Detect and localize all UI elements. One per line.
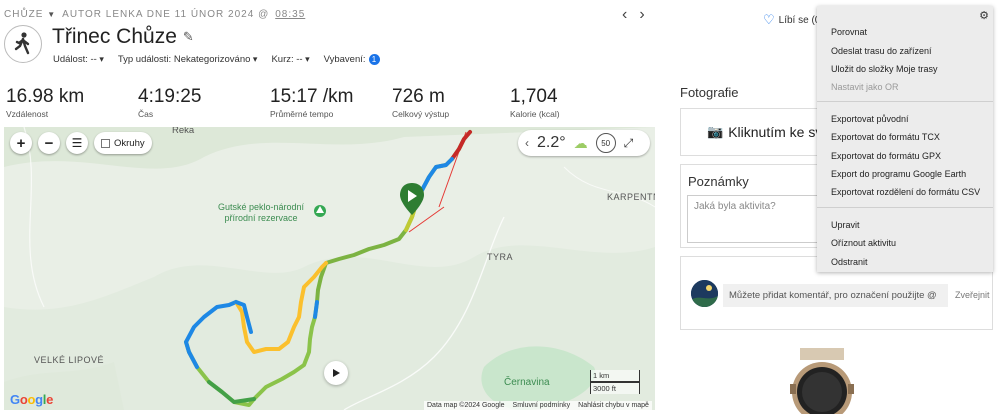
stat-pace: 15:17 /km Průměrné tempo bbox=[270, 86, 392, 119]
menu-item-export-splits-csv[interactable]: Exportovat rozdělení do formátu CSV bbox=[831, 187, 980, 197]
heart-icon: ♡ bbox=[763, 12, 775, 27]
menu-item-set-as-pr: Nastavit jako OR bbox=[831, 82, 899, 92]
photos-heading: Fotografie bbox=[680, 85, 739, 100]
stat-label: Celkový výstup bbox=[392, 109, 450, 119]
map-label-karpent: KARPENTN bbox=[607, 192, 655, 202]
chevron-left-icon[interactable]: ‹ bbox=[525, 136, 529, 150]
activity-meta: CHŮZE ▼ AUTOR LENKA DNE 11 ÚNOR 2024 @ 0… bbox=[4, 9, 305, 20]
layers-icon[interactable]: ☰ bbox=[66, 132, 88, 154]
scale-km: 1 km bbox=[590, 370, 640, 382]
menu-item-delete[interactable]: Odstranit bbox=[831, 257, 868, 267]
menu-item-send-to-device[interactable]: Odeslat trasu do zařízení bbox=[831, 46, 932, 56]
menu-item-export-gpx[interactable]: Exportovat do formátu GPX bbox=[831, 151, 941, 161]
photo-upload-label: Kliknutím ke své bbox=[728, 124, 820, 140]
weather-widget: ‹ 2.2° ☁ 50 ⤢ bbox=[518, 130, 650, 156]
stats-row: 16.98 km Vzdálenost 4:19:25 Čas 15:17 /km P… bbox=[6, 86, 642, 119]
avatar bbox=[691, 280, 718, 307]
photo-upload[interactable]: 📷 Kliknutím ke své bbox=[680, 108, 820, 156]
stat-value: 726 m bbox=[392, 86, 445, 107]
menu-item-save-to-courses[interactable]: Uložit do složky Moje trasy bbox=[831, 64, 938, 74]
watch-ad-image bbox=[776, 348, 868, 414]
stat-value: 1,704 bbox=[510, 86, 558, 107]
scale-ft: 3000 ft bbox=[590, 382, 640, 394]
laps-label: Okruhy bbox=[114, 137, 145, 149]
menu-divider bbox=[817, 101, 993, 102]
map-label-velke: VELKÉ LIPOVÉ bbox=[34, 355, 105, 365]
menu-item-export-google-earth[interactable]: Export do programu Google Earth bbox=[831, 169, 966, 179]
menu-divider bbox=[817, 207, 993, 208]
stat-value: 16.98 km bbox=[6, 86, 85, 107]
menu-item-export-tcx[interactable]: Exportovat do formátu TCX bbox=[831, 132, 940, 142]
author-line: AUTOR LENKA DNE 11 ÚNOR 2024 @ bbox=[62, 9, 270, 20]
stat-label: Průměrné tempo bbox=[270, 109, 334, 119]
prev-activity-icon[interactable]: ‹ bbox=[622, 6, 627, 24]
next-activity-icon[interactable]: › bbox=[639, 6, 644, 24]
google-logo: Google bbox=[10, 392, 54, 407]
notes-textarea[interactable]: Jaká byla aktivita? bbox=[687, 195, 827, 243]
activity-nav: ‹ › bbox=[622, 6, 645, 24]
zoom-out-button[interactable]: − bbox=[38, 132, 60, 154]
activity-title[interactable]: Třinec Chůze bbox=[52, 25, 177, 49]
report-error-link[interactable]: Nahlásit chybu v mapě bbox=[578, 402, 649, 409]
caret-down-icon: ▼ bbox=[47, 10, 57, 19]
gear-selector[interactable]: Vybavení: 1 bbox=[324, 54, 380, 65]
stat-ascent: 726 m Celkový výstup bbox=[392, 86, 510, 119]
laps-checkbox[interactable] bbox=[101, 138, 110, 148]
play-icon bbox=[333, 369, 340, 377]
course-dropdown[interactable]: Kurz: -- bbox=[271, 54, 309, 65]
map-scale: 1 km 3000 ft bbox=[590, 370, 640, 394]
map-attribution: Data map ©2024 Google Smluvní podmínky N… bbox=[424, 401, 652, 410]
walking-icon bbox=[4, 25, 42, 63]
weather-cloud-icon: ☁ bbox=[573, 134, 588, 151]
menu-item-export-original[interactable]: Exportovat původní bbox=[831, 114, 909, 124]
gear-icon[interactable]: ⚙ bbox=[979, 9, 989, 22]
stat-label: Čas bbox=[138, 109, 154, 119]
notes-card: Poznámky Jaká byla aktivita? bbox=[680, 164, 827, 248]
notes-heading: Poznámky bbox=[688, 174, 749, 189]
page-title: Třinec Chůze ✎ bbox=[52, 25, 194, 49]
fullscreen-icon[interactable]: ⤢ bbox=[624, 136, 634, 151]
speed-limit-icon: 50 bbox=[595, 133, 616, 153]
gear-label: Vybavení: bbox=[323, 54, 366, 65]
activity-filters: Událost: -- Typ události: Nekategorizová… bbox=[53, 54, 380, 65]
stat-value: 4:19:25 bbox=[138, 86, 202, 107]
publish-button[interactable]: Zveřejnit bbox=[955, 290, 990, 300]
laps-toggle[interactable]: Okruhy bbox=[94, 132, 152, 154]
event-type-dropdown[interactable]: Typ události: Nekategorizováno bbox=[118, 54, 258, 65]
stat-label: Vzdálenost bbox=[6, 109, 49, 119]
temperature: 2.2° bbox=[537, 134, 566, 151]
menu-item-edit[interactable]: Upravit bbox=[831, 220, 860, 230]
gear-count-badge: 1 bbox=[368, 54, 380, 65]
menu-item-trim-activity[interactable]: Oříznout aktivitu bbox=[831, 238, 896, 248]
menu-item-compare[interactable]: Porovnat bbox=[831, 27, 867, 37]
map-label-reka: Reka bbox=[172, 127, 195, 136]
stat-calories: 1,704 Kalorie (kcal) bbox=[510, 86, 642, 119]
stat-time: 4:19:25 Čas bbox=[138, 86, 270, 119]
map-label-reserve: Gutské peklo-národní přírodní rezervace bbox=[218, 202, 305, 223]
route-map[interactable]: + − ☰ Okruhy ‹ 2.2° ☁ 50 ⤢ Reka Gutské p… bbox=[4, 127, 655, 410]
stat-value: 15:17 /km bbox=[270, 86, 354, 107]
comment-input[interactable]: Můžete přidat komentář, pro označení pou… bbox=[723, 284, 948, 307]
stat-distance: 16.98 km Vzdálenost bbox=[6, 86, 138, 119]
map-label-cernavina: Černavina bbox=[504, 377, 550, 388]
map-data-credit: Data map ©2024 Google bbox=[427, 402, 505, 409]
like-button[interactable]: ♡ Líbí se (0) bbox=[763, 12, 824, 28]
play-route-button[interactable] bbox=[324, 361, 348, 385]
map-label-tyra: TYRA bbox=[487, 252, 514, 262]
terms-link[interactable]: Smluvní podmínky bbox=[513, 402, 571, 409]
zoom-in-button[interactable]: + bbox=[10, 132, 32, 154]
camera-icon: 📷 bbox=[707, 124, 724, 139]
edit-pencil-icon[interactable]: ✎ bbox=[183, 29, 194, 45]
event-dropdown[interactable]: Událost: -- bbox=[53, 54, 104, 65]
activity-options-menu: ⚙ Porovnat Odeslat trasu do zařízení Ulo… bbox=[817, 6, 993, 272]
activity-time-link[interactable]: 08:35 bbox=[275, 9, 305, 20]
stat-label: Kalorie (kcal) bbox=[510, 109, 560, 119]
activity-type-dropdown[interactable]: CHŮZE ▼ bbox=[4, 9, 56, 20]
